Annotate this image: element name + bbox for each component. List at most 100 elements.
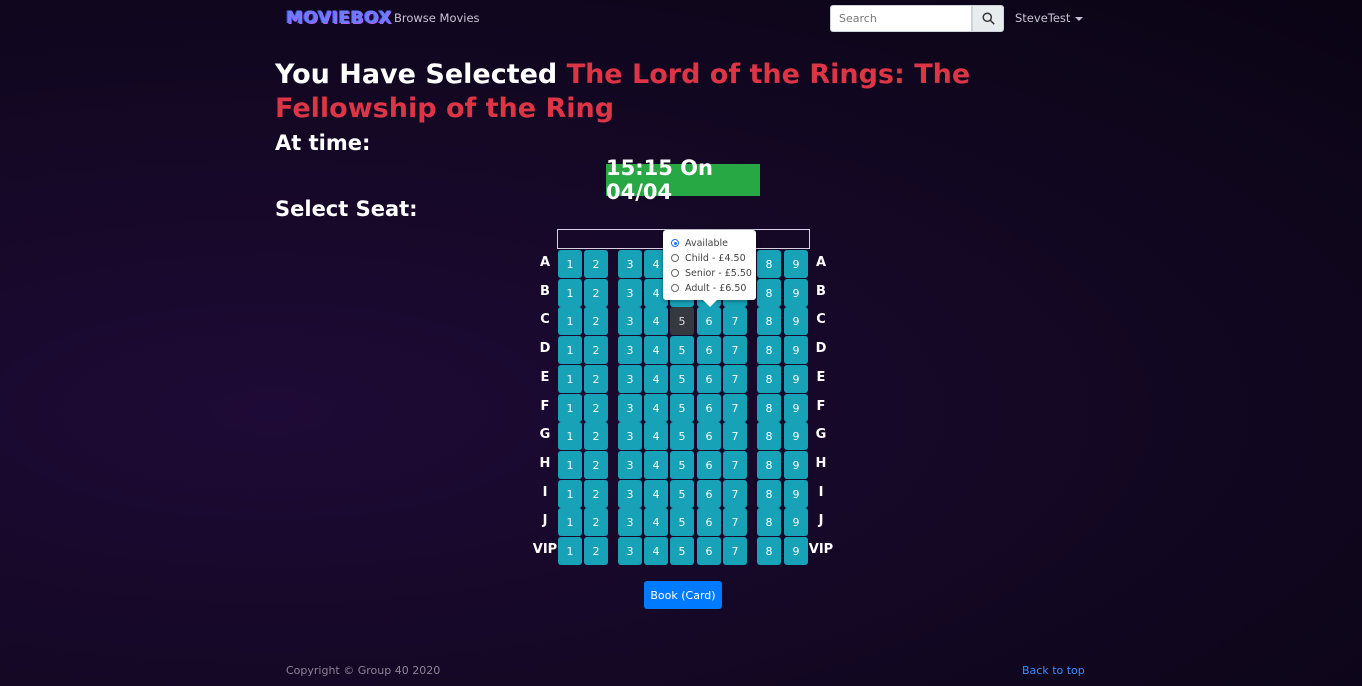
seat-e7[interactable]: 7	[723, 365, 747, 393]
seat-f8[interactable]: 8	[757, 394, 781, 422]
seat-h1[interactable]: 1	[558, 451, 582, 479]
seat-e2[interactable]: 2	[584, 365, 608, 393]
seat-vip5[interactable]: 5	[670, 537, 694, 565]
seat-h4[interactable]: 4	[644, 451, 668, 479]
seat-f3[interactable]: 3	[618, 394, 642, 422]
brand-logo[interactable]: MOVIEBOX	[286, 8, 392, 28]
seat-i7[interactable]: 7	[723, 480, 747, 508]
seat-j7[interactable]: 7	[723, 508, 747, 536]
seat-c3[interactable]: 3	[618, 307, 642, 335]
seat-f5[interactable]: 5	[670, 394, 694, 422]
seat-f4[interactable]: 4	[644, 394, 668, 422]
seat-vip8[interactable]: 8	[757, 537, 781, 565]
seat-i1[interactable]: 1	[558, 480, 582, 508]
seat-f7[interactable]: 7	[723, 394, 747, 422]
seat-vip4[interactable]: 4	[644, 537, 668, 565]
seat-a2[interactable]: 2	[584, 250, 608, 278]
seat-i8[interactable]: 8	[757, 480, 781, 508]
seat-g7[interactable]: 7	[723, 422, 747, 450]
seat-d1[interactable]: 1	[558, 336, 582, 364]
seat-g3[interactable]: 3	[618, 422, 642, 450]
seat-c2[interactable]: 2	[584, 307, 608, 335]
seat-d3[interactable]: 3	[618, 336, 642, 364]
seat-b1[interactable]: 1	[558, 279, 582, 307]
radio-senior[interactable]	[671, 269, 679, 277]
seat-vip1[interactable]: 1	[558, 537, 582, 565]
seat-h3[interactable]: 3	[618, 451, 642, 479]
seat-j1[interactable]: 1	[558, 508, 582, 536]
seat-vip3[interactable]: 3	[618, 537, 642, 565]
radio-available[interactable]	[671, 239, 679, 247]
seat-h6[interactable]: 6	[697, 451, 721, 479]
seat-f6[interactable]: 6	[697, 394, 721, 422]
seat-e4[interactable]: 4	[644, 365, 668, 393]
option-adult[interactable]: Adult - £6.50	[671, 281, 746, 295]
option-senior[interactable]: Senior - £5.50	[671, 266, 752, 280]
option-label: Child - £4.50	[685, 252, 746, 264]
seat-a1[interactable]: 1	[558, 250, 582, 278]
radio-adult[interactable]	[671, 284, 679, 292]
seat-i4[interactable]: 4	[644, 480, 668, 508]
search-input[interactable]	[830, 5, 972, 32]
seat-f2[interactable]: 2	[584, 394, 608, 422]
seat-d4[interactable]: 4	[644, 336, 668, 364]
seat-g4[interactable]: 4	[644, 422, 668, 450]
seat-e1[interactable]: 1	[558, 365, 582, 393]
seat-g2[interactable]: 2	[584, 422, 608, 450]
seat-i2[interactable]: 2	[584, 480, 608, 508]
seat-g1[interactable]: 1	[558, 422, 582, 450]
option-label: Adult - £6.50	[685, 282, 747, 294]
seat-c1[interactable]: 1	[558, 307, 582, 335]
seat-c4[interactable]: 4	[644, 307, 668, 335]
seat-g8[interactable]: 8	[757, 422, 781, 450]
seat-e3[interactable]: 3	[618, 365, 642, 393]
seat-j6[interactable]: 6	[697, 508, 721, 536]
seat-b8[interactable]: 8	[757, 279, 781, 307]
seat-vip6[interactable]: 6	[697, 537, 721, 565]
seat-f1[interactable]: 1	[558, 394, 582, 422]
seat-j8[interactable]: 8	[757, 508, 781, 536]
seat-h2[interactable]: 2	[584, 451, 608, 479]
seat-h8[interactable]: 8	[757, 451, 781, 479]
seat-d8[interactable]: 8	[757, 336, 781, 364]
seat-d7[interactable]: 7	[723, 336, 747, 364]
seat-h7[interactable]: 7	[723, 451, 747, 479]
seat-g5[interactable]: 5	[670, 422, 694, 450]
seat-b2[interactable]: 2	[584, 279, 608, 307]
seat-i3[interactable]: 3	[618, 480, 642, 508]
seat-vip2[interactable]: 2	[584, 537, 608, 565]
seat-j3[interactable]: 3	[618, 508, 642, 536]
page-title: You Have Selected The Lord of the Rings:…	[275, 58, 1065, 126]
seat-j2[interactable]: 2	[584, 508, 608, 536]
seat-c6[interactable]: 6	[697, 307, 721, 335]
seat-g6[interactable]: 6	[697, 422, 721, 450]
row-label-right: E	[816, 370, 826, 385]
seat-d5[interactable]: 5	[670, 336, 694, 364]
seat-a3[interactable]: 3	[618, 250, 642, 278]
seat-e6[interactable]: 6	[697, 365, 721, 393]
book-card-button[interactable]: Book (Card)	[644, 581, 722, 609]
seat-d6[interactable]: 6	[697, 336, 721, 364]
seat-vip7[interactable]: 7	[723, 537, 747, 565]
row-label-right: C	[816, 312, 826, 327]
back-to-top-link[interactable]: Back to top	[1022, 664, 1085, 677]
seat-c7[interactable]: 7	[723, 307, 747, 335]
seat-e8[interactable]: 8	[757, 365, 781, 393]
seat-b3[interactable]: 3	[618, 279, 642, 307]
option-child[interactable]: Child - £4.50	[671, 251, 746, 265]
option-available[interactable]: Available	[671, 236, 728, 250]
seat-c5[interactable]: 5	[670, 307, 694, 335]
browse-movies-link[interactable]: Browse Movies	[394, 11, 480, 25]
seat-i5[interactable]: 5	[670, 480, 694, 508]
seat-j5[interactable]: 5	[670, 508, 694, 536]
search-button[interactable]	[972, 5, 1004, 32]
radio-child[interactable]	[671, 254, 679, 262]
seat-d2[interactable]: 2	[584, 336, 608, 364]
user-dropdown[interactable]: SteveTest	[1015, 11, 1084, 25]
seat-j4[interactable]: 4	[644, 508, 668, 536]
seat-c8[interactable]: 8	[757, 307, 781, 335]
seat-e5[interactable]: 5	[670, 365, 694, 393]
seat-a8[interactable]: 8	[757, 250, 781, 278]
seat-h5[interactable]: 5	[670, 451, 694, 479]
seat-i6[interactable]: 6	[697, 480, 721, 508]
